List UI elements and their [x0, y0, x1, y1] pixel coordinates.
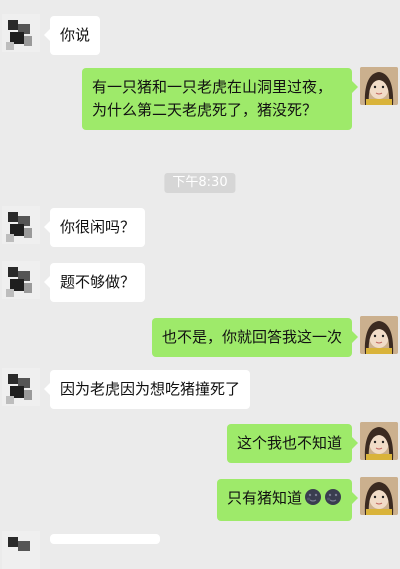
- message-bubble[interactable]: 你很闲吗？: [43, 208, 146, 247]
- contact-avatar[interactable]: [2, 368, 40, 406]
- message-bubble[interactable]: 这个我也不知道: [226, 424, 359, 463]
- user-avatar[interactable]: [360, 316, 398, 354]
- contact-avatar[interactable]: [2, 14, 40, 52]
- new-moon-face-icon: [304, 488, 322, 513]
- message-bubble[interactable]: 题不够做？: [43, 263, 146, 302]
- message-bubble[interactable]: 因为老虎因为想吃猪撞死了: [43, 370, 251, 409]
- message-bubble[interactable]: 只有猪知道: [216, 479, 359, 521]
- contact-avatar[interactable]: [2, 531, 40, 569]
- message-bubble[interactable]: 也不是，你就回答我这一次: [151, 318, 359, 357]
- message-bubble[interactable]: 有一只猪和一只老虎在山洞里过夜，为什么第二天老虎死了，猪没死？: [82, 68, 358, 130]
- contact-avatar[interactable]: [2, 206, 40, 244]
- message-bubble-partial[interactable]: [50, 534, 160, 544]
- user-avatar[interactable]: [360, 477, 398, 515]
- message-text: 只有猪知道: [226, 489, 302, 507]
- user-avatar[interactable]: [360, 67, 398, 105]
- message-timestamp: 下午8:30: [164, 173, 236, 193]
- message-bubble[interactable]: 你说: [43, 16, 101, 55]
- new-moon-face-icon: [324, 488, 342, 513]
- user-avatar[interactable]: [360, 422, 398, 460]
- contact-avatar[interactable]: [2, 261, 40, 299]
